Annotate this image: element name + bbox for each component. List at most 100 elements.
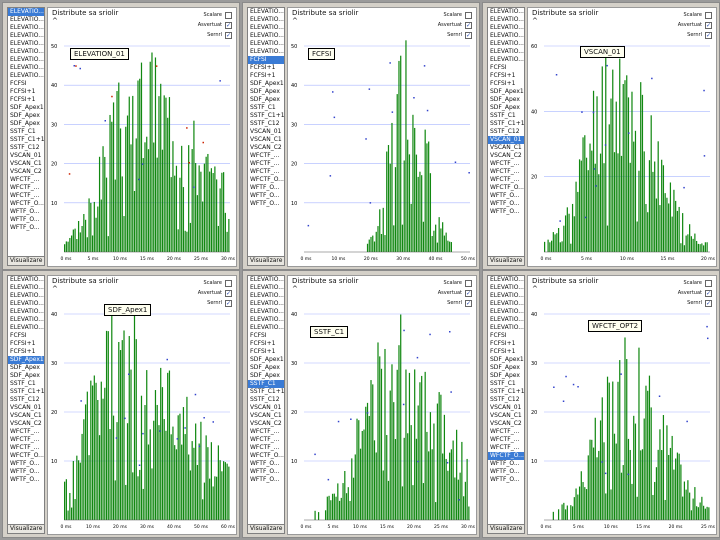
algorithm-list-item[interactable]: WFCTF_... [248, 152, 284, 160]
algorithm-list-item[interactable]: ELEVATIO... [248, 276, 284, 284]
algorithm-list-item[interactable]: WFTF_O... [488, 460, 524, 468]
algorithm-list-item[interactable]: WFTF_O... [248, 192, 284, 200]
algorithm-list-item[interactable]: VSCAN_01 [248, 404, 284, 412]
algorithm-list-item[interactable]: FCFSI [488, 332, 524, 340]
algorithm-list-item[interactable]: FCFSI+1 [488, 348, 524, 356]
algorithm-list-item[interactable]: SDF_Apex1 [488, 356, 524, 364]
option-checkbox[interactable]: ✓ [705, 289, 712, 297]
algorithm-list-item[interactable]: SDF_Apex [248, 372, 284, 380]
algorithm-list-item[interactable]: WFCTF_... [488, 444, 524, 452]
algorithm-list-item[interactable]: FCFSI+1 [488, 72, 524, 80]
algorithm-list-item[interactable]: SDF_Apex [488, 96, 524, 104]
algorithm-list-item[interactable]: ELEVATIO... [248, 40, 284, 48]
algorithm-list-item[interactable]: ELEVATIO... [488, 308, 524, 316]
algorithm-list-item[interactable]: FCFSI+1 [8, 340, 44, 348]
algorithm-list-item[interactable]: WFTF_O... [488, 476, 524, 484]
algorithm-list[interactable]: ELEVATIO... ELEVATIO... ELEVATIO... ELEVATI… [7, 275, 45, 525]
algorithm-list-item[interactable]: SSTF_C1+1 [248, 388, 284, 396]
algorithm-list-item[interactable]: WFTF_O... [8, 208, 44, 216]
algorithm-list-item[interactable]: WFCTF_... [8, 436, 44, 444]
algorithm-list-item[interactable]: SSTF_C1+1 [8, 136, 44, 144]
option-checkbox[interactable] [225, 11, 232, 19]
visualize-button[interactable]: Visualizare [247, 524, 285, 534]
algorithm-list-item[interactable]: WFCTF_O... [488, 184, 524, 192]
option-checkbox[interactable]: ✓ [225, 299, 232, 307]
algorithm-list-item[interactable]: WFTF_O... [488, 208, 524, 216]
algorithm-list-item[interactable]: SSTF_C1 [8, 128, 44, 136]
algorithm-list-item[interactable]: ELEVATIO... [488, 40, 524, 48]
algorithm-list[interactable]: ELEVATIO... ELEVATIO... ELEVATIO... ELEVATI… [247, 7, 285, 257]
algorithm-list-item[interactable]: ELEVATIO... [248, 300, 284, 308]
algorithm-list-item[interactable]: VSCAN_C1 [488, 144, 524, 152]
algorithm-list-item[interactable]: ELEVATIO... [8, 324, 44, 332]
algorithm-list-item[interactable]: ELEVATIO... [8, 24, 44, 32]
algorithm-list-item[interactable]: SDF_Apex1 [248, 80, 284, 88]
algorithm-list-item[interactable]: VSCAN_C1 [248, 412, 284, 420]
algorithm-list-item[interactable]: WFCTF_... [488, 428, 524, 436]
algorithm-list-item[interactable]: WFCTF_... [8, 428, 44, 436]
algorithm-list-item[interactable]: SDF_Apex [488, 372, 524, 380]
algorithm-list-item[interactable]: FCFSI [8, 332, 44, 340]
algorithm-list-item[interactable]: ELEVATIO... [488, 32, 524, 40]
algorithm-list-item[interactable]: VSCAN_C2 [248, 144, 284, 152]
algorithm-list[interactable]: ELEVATIO... ELEVATIO... ELEVATIO... ELEVATI… [487, 7, 525, 257]
algorithm-list-item[interactable]: ELEVATIO... [8, 72, 44, 80]
algorithm-list-item[interactable]: WFCTF_O... [248, 176, 284, 184]
algorithm-list-item[interactable]: ELEVATIO... [8, 64, 44, 72]
option-checkbox[interactable]: ✓ [225, 289, 232, 297]
algorithm-list-item[interactable]: SDF_Apex [248, 364, 284, 372]
algorithm-list-item[interactable]: WFCTF_... [8, 192, 44, 200]
algorithm-list-item[interactable]: WFTF_O... [248, 200, 284, 208]
algorithm-list-item[interactable]: ELEVATIO... [488, 316, 524, 324]
algorithm-list-item[interactable]: WFCTF_O... [248, 452, 284, 460]
algorithm-list-item[interactable]: ELEVATIO... [8, 48, 44, 56]
algorithm-list-item[interactable]: WFTF_O... [248, 476, 284, 484]
algorithm-list-item[interactable]: WFCTF_... [488, 160, 524, 168]
algorithm-list-item[interactable]: VSCAN_C2 [8, 420, 44, 428]
visualize-button[interactable]: Visualizare [247, 256, 285, 266]
algorithm-list-item[interactable]: SSTF_C1 [248, 104, 284, 112]
algorithm-list-item[interactable]: WFCTF_... [248, 444, 284, 452]
algorithm-list-item[interactable]: WFTF_O... [488, 200, 524, 208]
algorithm-list-item[interactable]: ELEVATIO... [488, 324, 524, 332]
algorithm-list-item[interactable]: ELEVATIO... [248, 48, 284, 56]
algorithm-list-item[interactable]: WFTF_O... [488, 468, 524, 476]
algorithm-list-item[interactable]: ELEVATIO... [8, 284, 44, 292]
algorithm-list-item[interactable]: VSCAN_C2 [488, 420, 524, 428]
algorithm-list-item[interactable]: ELEVATIO... [8, 276, 44, 284]
algorithm-list-item[interactable]: ELEVATIO... [8, 8, 44, 16]
algorithm-list-item[interactable]: ELEVATIO... [488, 292, 524, 300]
algorithm-list-item[interactable]: ELEVATIO... [488, 300, 524, 308]
option-checkbox[interactable]: ✓ [225, 21, 232, 29]
algorithm-list-item[interactable]: VSCAN_01 [488, 404, 524, 412]
algorithm-list-item[interactable]: ELEVATIO... [8, 40, 44, 48]
algorithm-list-item[interactable]: WFTF_O... [248, 184, 284, 192]
algorithm-list[interactable]: ELEVATIO... ELEVATIO... ELEVATIO... ELEVATI… [487, 275, 525, 525]
algorithm-list-item[interactable]: SSTF_C12 [488, 396, 524, 404]
algorithm-list-item[interactable]: SSTF_C12 [8, 396, 44, 404]
algorithm-list-item[interactable]: ELEVATIO... [8, 16, 44, 24]
algorithm-list-item[interactable]: ELEVATIO... [488, 8, 524, 16]
algorithm-list-item[interactable]: WFCTF_O... [488, 452, 524, 460]
option-checkbox[interactable]: ✓ [225, 31, 232, 39]
option-checkbox[interactable]: ✓ [705, 299, 712, 307]
visualize-button[interactable]: Visualizare [7, 256, 45, 266]
algorithm-list-item[interactable]: SSTF_C1 [488, 112, 524, 120]
algorithm-list-item[interactable]: FCFSI [248, 56, 284, 64]
option-checkbox[interactable]: ✓ [705, 31, 712, 39]
algorithm-list-item[interactable]: ELEVATIO... [8, 308, 44, 316]
algorithm-list-item[interactable]: SDF_Apex [248, 96, 284, 104]
algorithm-list-item[interactable]: WFTF_O... [8, 224, 44, 232]
algorithm-list-item[interactable]: SSTF_C12 [248, 120, 284, 128]
algorithm-list-item[interactable]: FCFSI+1 [8, 348, 44, 356]
algorithm-list-item[interactable]: SDF_Apex [488, 364, 524, 372]
algorithm-list-item[interactable]: ELEVATIO... [488, 24, 524, 32]
option-checkbox[interactable] [705, 11, 712, 19]
algorithm-list-item[interactable]: SSTF_C1+1 [488, 388, 524, 396]
option-checkbox[interactable]: ✓ [465, 31, 472, 39]
algorithm-list-item[interactable]: ELEVATIO... [248, 316, 284, 324]
algorithm-list-item[interactable]: ELEVATIO... [248, 32, 284, 40]
algorithm-list-item[interactable]: WFCTF_... [248, 160, 284, 168]
algorithm-list-item[interactable]: WFCTF_... [488, 168, 524, 176]
option-checkbox[interactable]: ✓ [465, 299, 472, 307]
